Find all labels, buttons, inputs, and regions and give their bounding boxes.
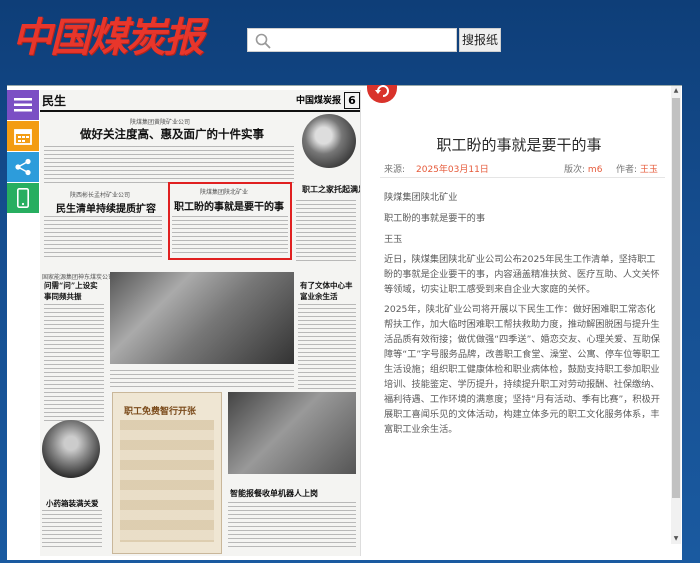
calendar-button[interactable] — [7, 121, 39, 151]
article-edition: 版次: m6 — [564, 162, 602, 175]
edition-value: m6 — [587, 165, 603, 175]
story-text — [298, 304, 356, 394]
story-text — [110, 370, 294, 390]
story-headline[interactable]: 做好关注度高、惠及面广的十件实事 — [80, 126, 264, 142]
paper-page-number: 6 — [344, 92, 360, 109]
author-label: 作者: — [616, 165, 638, 175]
story-headline[interactable]: 有了文体中心丰富业余生活 — [300, 280, 358, 302]
paper-header: 民生 中国煤炭报 6 — [40, 90, 360, 112]
paper-section: 民生 — [42, 94, 67, 108]
story-headline[interactable]: 问需“问”上设实事同频共振 — [44, 280, 104, 302]
story-headline[interactable]: 职工之家托起满足不同需求 — [302, 184, 360, 195]
article-line: 王玉 — [384, 234, 403, 245]
scroll-down-arrow-icon[interactable]: ▼ — [672, 535, 680, 543]
article-author: 作者: 王玉 — [616, 162, 658, 175]
date-value: 2025年03月11日 — [416, 165, 489, 175]
menu-button[interactable] — [7, 90, 39, 120]
article-date: 2025年03月11日 — [416, 162, 489, 175]
mobile-button[interactable] — [7, 183, 39, 213]
article-line: 陕煤集团陕北矿业 — [384, 192, 458, 203]
side-toolbar — [7, 90, 39, 214]
article-paragraph: 近日，陕煤集团陕北矿业公司公布2025年民生工作清单，坚持职工盼的事就是企业要干… — [384, 254, 660, 295]
story-text — [228, 502, 356, 550]
masthead-logo: 中国煤炭报 — [12, 14, 204, 61]
story-photo — [228, 392, 356, 474]
mobile-icon — [17, 188, 29, 208]
story-photo — [110, 272, 294, 364]
search-input[interactable] — [274, 31, 456, 51]
story-photo — [42, 420, 100, 478]
menu-icon — [14, 98, 32, 112]
article-scrollbar[interactable]: ▲ ▼ — [671, 86, 681, 544]
calendar-icon — [14, 129, 32, 145]
story-headline[interactable]: 民生清单持续提质扩容 — [56, 200, 156, 215]
search-button[interactable]: 搜报纸 — [459, 28, 501, 52]
search-icon — [255, 33, 271, 49]
newspaper-page[interactable]: 民生 中国煤炭报 6 陕煤集团黄陵矿业公司 做好关注度高、惠及面广的十件实事 职… — [40, 90, 361, 556]
article-source: 来源: — [384, 162, 405, 175]
divider — [380, 177, 665, 178]
article-line: 职工盼的事就是要干的事 — [384, 213, 486, 224]
poster-content — [120, 420, 214, 542]
story-text — [44, 304, 104, 422]
story-text — [296, 200, 356, 262]
story-headline[interactable]: 小药箱装满关爱 — [46, 498, 99, 509]
author-value: 王玉 — [639, 165, 658, 175]
scroll-thumb[interactable] — [672, 98, 680, 498]
article-panel: 职工盼的事就是要干的事 来源: 2025年03月11日 版次: m6 作者: 王… — [370, 90, 668, 556]
story-text — [44, 146, 294, 186]
search-box[interactable] — [247, 28, 457, 52]
scroll-up-arrow-icon[interactable]: ▲ — [672, 87, 680, 95]
story-text — [44, 216, 162, 260]
edition-label: 版次: — [564, 165, 586, 175]
share-button[interactable] — [7, 152, 39, 182]
story-headline[interactable]: 职工免费智行开张 — [124, 404, 196, 417]
source-label: 来源: — [384, 165, 406, 175]
paper-brand: 中国煤炭报 — [296, 96, 342, 106]
selected-story-highlight[interactable] — [168, 182, 292, 260]
share-icon — [15, 158, 31, 176]
article-title: 职工盼的事就是要干的事 — [436, 136, 602, 154]
story-headline[interactable]: 智能报餐收单机器人上岗 — [230, 488, 318, 499]
article-paragraph: 2025年，陕北矿业公司将开展以下民生工作：做好困难职工常态化帮扶工作，加大临时… — [384, 304, 660, 435]
story-text — [42, 510, 102, 550]
story-kicker: 陕煤集团黄陵矿业公司 — [130, 119, 191, 126]
story-kicker: 陕西彬长孟村矿业公司 — [70, 192, 131, 199]
story-photo — [302, 114, 356, 168]
